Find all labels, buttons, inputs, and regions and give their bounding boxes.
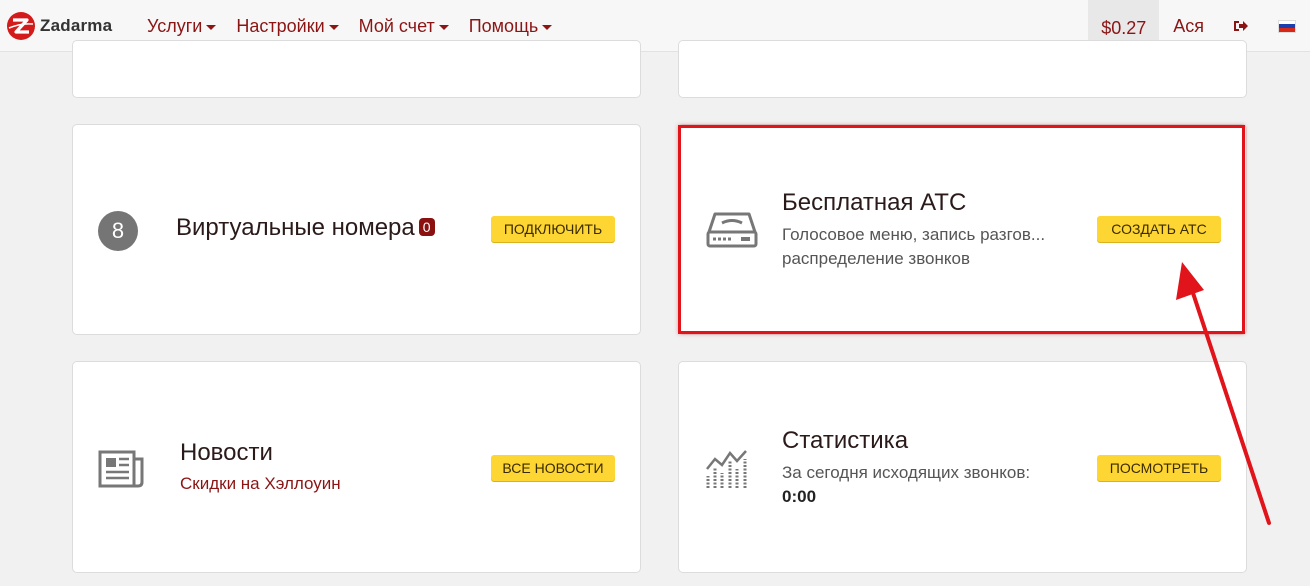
card-top-right — [678, 40, 1247, 98]
logout-icon — [1234, 21, 1248, 31]
connect-button[interactable]: ПОДКЛЮЧИТЬ — [491, 216, 615, 242]
virtual-numbers-title: Виртуальные номера 0 — [176, 214, 435, 242]
card-virtual-numbers: 8 Виртуальные номера 0 ПОДКЛЮЧИТЬ — [72, 124, 641, 335]
caret-down-icon — [542, 24, 553, 30]
logo[interactable]: Zadarma — [6, 10, 112, 42]
russian-flag-icon — [1278, 19, 1296, 33]
card-news: Новости Скидки на Хэллоуин ВСЕ НОВОСТИ — [72, 361, 641, 573]
caret-down-icon — [328, 24, 339, 30]
menu-services-label: Услуги — [147, 15, 203, 36]
card-statistics: Статистика За сегодня исходящих звонков:… — [678, 361, 1247, 573]
all-news-button[interactable]: ВСЕ НОВОСТИ — [491, 455, 615, 481]
statistics-chart-icon — [706, 450, 747, 488]
statistics-title: Статистика — [782, 427, 909, 454]
news-link[interactable]: Скидки на Хэллоуин — [180, 474, 341, 494]
numbers-count-badge: 8 — [98, 211, 138, 251]
virtual-numbers-badge: 0 — [418, 218, 435, 236]
zadarma-logo-icon — [7, 12, 35, 40]
menu-help-label: Помощь — [468, 15, 539, 36]
news-title: Новости — [180, 439, 273, 466]
caret-down-icon — [438, 24, 449, 30]
statistics-value: 0:00 — [782, 487, 817, 506]
language-selector[interactable] — [1264, 0, 1310, 52]
card-top-left — [72, 40, 641, 98]
virtual-numbers-title-text: Виртуальные номера — [176, 214, 415, 241]
menu-my-account-label: Мой счет — [358, 15, 435, 36]
annotation-highlight-box — [678, 125, 1245, 334]
view-statistics-button[interactable]: ПОСМОТРЕТЬ — [1097, 455, 1221, 481]
newspaper-icon — [98, 450, 144, 488]
caret-down-icon — [206, 24, 217, 30]
menu-settings-label: Настройки — [236, 15, 325, 36]
statistics-desc: За сегодня исходящих звонков: — [782, 463, 1031, 482]
logo-text: Zadarma — [40, 16, 113, 35]
